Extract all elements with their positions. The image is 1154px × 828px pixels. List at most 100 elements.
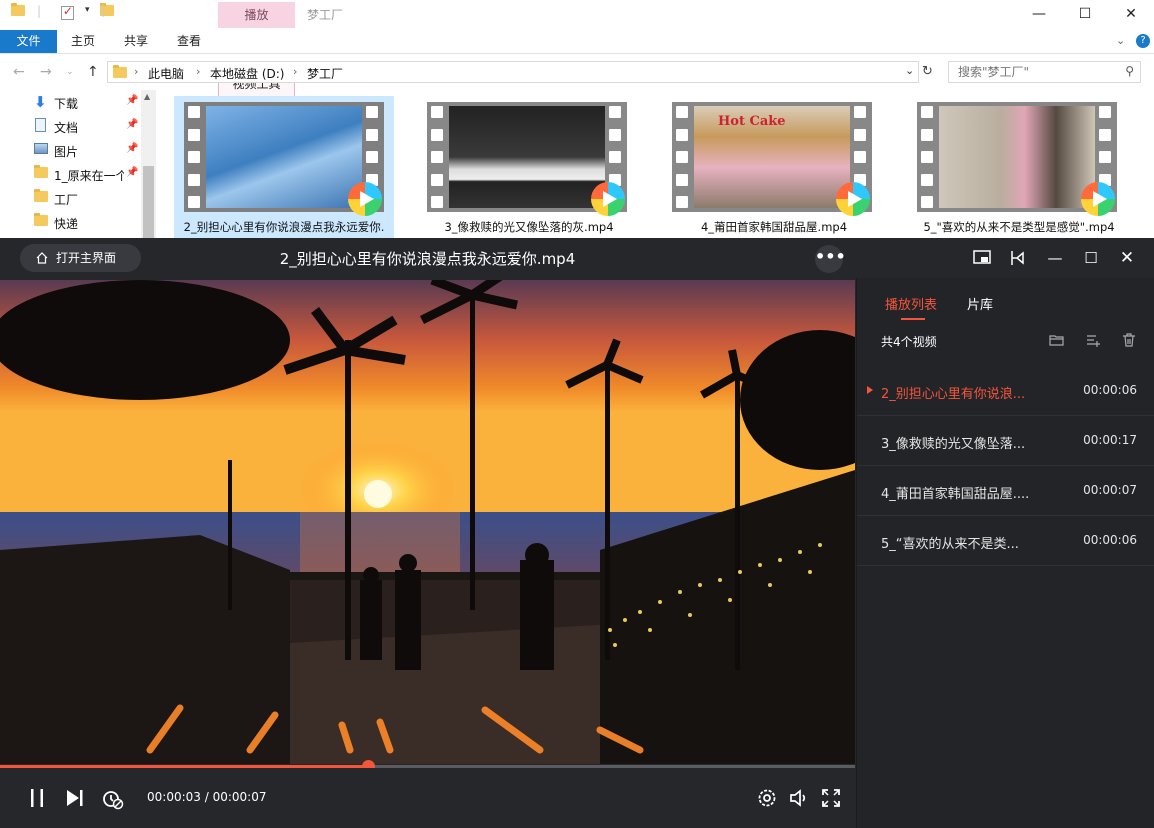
separator: |: [101, 3, 106, 17]
add-to-list-icon[interactable]: [1085, 332, 1101, 348]
sidebar-item-label: 工厂: [54, 193, 79, 207]
fullscreen-icon[interactable]: [819, 786, 843, 810]
folder-icon: [34, 189, 48, 202]
folder-icon[interactable]: [11, 3, 25, 16]
folder-icon: [34, 165, 48, 178]
file-item[interactable]: 5_"喜欢的从来不是类型是感觉".mp4: [909, 96, 1129, 240]
up-icon[interactable]: ↑: [87, 64, 99, 80]
playlist-item-duration: 00:00:07: [1083, 483, 1137, 497]
pin-icon: 📌: [126, 167, 139, 178]
breadcrumb-local-disk[interactable]: 本地磁盘 (D:): [210, 65, 284, 82]
open-folder-icon[interactable]: [1049, 332, 1065, 348]
properties-icon[interactable]: [60, 4, 74, 20]
picture-in-picture-icon[interactable]: [970, 246, 994, 270]
chevron-right-icon[interactable]: ›: [134, 65, 138, 78]
sidebar-item-label: 下载: [54, 97, 79, 111]
file-item[interactable]: 2_别担心心里有你说浪漫点我永远爱你.: [174, 96, 394, 240]
tab-playlist[interactable]: 播放列表: [885, 294, 937, 313]
tab-file[interactable]: 文件: [0, 30, 57, 53]
help-icon[interactable]: ?: [1136, 34, 1150, 48]
sidebar-item-documents[interactable]: 文档 📌: [34, 116, 142, 136]
time-display: 00:00:03 / 00:00:07: [147, 790, 267, 804]
playlist-item[interactable]: 3_像救赎的光又像坠落... 00:00:17: [857, 416, 1154, 466]
folder-icon: [34, 213, 48, 226]
navigation-pane: ⬇ 下载 📌 文档 📌 图片 📌 1_原来在一个 📌 工厂 快递 ▲: [0, 90, 156, 240]
sidebar-item-label: 1_原来在一个: [54, 169, 124, 183]
forward-icon[interactable]: →: [40, 64, 52, 80]
minimize-icon[interactable]: —: [1043, 246, 1067, 270]
shop-sign-text: Hot Cake: [718, 114, 786, 129]
open-main-interface-label: 打开主界面: [56, 251, 117, 265]
address-box[interactable]: › 此电脑 › 本地磁盘 (D:) › 梦工厂 ⌄: [107, 61, 919, 83]
window-title: 梦工厂: [307, 8, 344, 22]
settings-icon[interactable]: [755, 786, 779, 810]
playlist-item-name: 5_“喜欢的从来不是类...: [881, 537, 1019, 552]
maximize-icon[interactable]: ☐: [1062, 0, 1108, 28]
volume-icon[interactable]: [787, 786, 811, 810]
next-icon[interactable]: [63, 786, 87, 810]
sidebar-item-label: 图片: [54, 145, 79, 159]
sidebar-scrollbar[interactable]: ▲: [141, 90, 156, 240]
chevron-right-icon[interactable]: ›: [293, 65, 297, 78]
timer-icon[interactable]: [101, 786, 125, 810]
refresh-icon[interactable]: ↻: [922, 64, 933, 79]
pause-icon[interactable]: [25, 786, 49, 810]
delete-icon[interactable]: [1121, 332, 1137, 348]
chevron-down-icon[interactable]: ⌄: [1116, 34, 1125, 47]
playlist-item-duration: 00:00:17: [1083, 433, 1137, 447]
tencent-video-icon: [591, 182, 625, 216]
player-title: 2_别担心心里有你说浪漫点我永远爱你.mp4: [279, 250, 576, 268]
file-name: 2_别担心心里有你说浪漫点我永远爱你.: [183, 220, 385, 234]
address-bar-row: ← → ⌄ ↑ › 此电脑 › 本地磁盘 (D:) › 梦工厂 ⌄ ↻ ⚲: [0, 60, 1154, 86]
address-dropdown-icon[interactable]: ⌄: [905, 64, 914, 77]
tab-library[interactable]: 片库: [967, 294, 993, 313]
recent-locations-icon[interactable]: ⌄: [66, 67, 74, 77]
tencent-video-icon: [1081, 182, 1115, 216]
file-item[interactable]: Hot Cake 4_莆田首家韩国甜品屋.mp4: [664, 96, 884, 240]
open-main-interface-button[interactable]: 打开主界面: [20, 244, 141, 272]
pin-icon: 📌: [126, 95, 139, 106]
search-box[interactable]: ⚲: [948, 61, 1141, 83]
playlist-item-name: 4_莆田首家韩国甜品屋....: [881, 487, 1030, 502]
download-icon: ⬇: [34, 93, 47, 111]
scrollbar-thumb[interactable]: [143, 166, 154, 240]
close-icon[interactable]: ✕: [1115, 246, 1139, 270]
maximize-icon[interactable]: ☐: [1079, 246, 1103, 270]
file-item[interactable]: 3_像救赎的光又像坠落的灰.mp4: [419, 96, 639, 240]
playlist-item-name: 3_像救赎的光又像坠落...: [881, 437, 1026, 452]
folder-icon: [113, 65, 127, 78]
search-input[interactable]: [949, 62, 1119, 82]
scroll-up-icon[interactable]: ▲: [144, 92, 150, 101]
playlist-count: 共4个视频: [881, 335, 937, 349]
sidebar-item-downloads[interactable]: ⬇ 下载 📌: [34, 92, 142, 112]
tab-home[interactable]: 主页: [60, 30, 106, 53]
ribbon: 文件 主页 共享 查看 视频工具 ⌄ ?: [0, 30, 1154, 556]
sidebar-item-folder-1[interactable]: 1_原来在一个 📌: [34, 164, 142, 184]
customize-toolbar-icon[interactable]: ▾: [85, 5, 90, 21]
back-icon[interactable]: ←: [13, 64, 25, 80]
tab-view[interactable]: 查看: [166, 30, 212, 53]
document-icon: [35, 118, 46, 132]
more-options-button[interactable]: •••: [815, 245, 846, 273]
minimize-icon[interactable]: —: [1016, 0, 1062, 28]
video-frame[interactable]: [0, 280, 855, 764]
playlist-item[interactable]: 5_“喜欢的从来不是类... 00:00:06: [857, 516, 1154, 566]
file-name: 3_像救赎的光又像坠落的灰.mp4: [444, 220, 614, 234]
sidebar-item-label: 文档: [54, 121, 79, 135]
explorer-titlebar: | ▾ | 播放 梦工厂 — ☐ ✕: [0, 0, 1154, 30]
search-icon[interactable]: ⚲: [1125, 64, 1134, 78]
sidebar-item-pictures[interactable]: 图片 📌: [34, 140, 142, 160]
separator: |: [37, 4, 42, 18]
breadcrumb-this-pc[interactable]: 此电脑: [148, 65, 184, 82]
chevron-right-icon[interactable]: ›: [196, 65, 200, 78]
tab-share[interactable]: 共享: [113, 30, 159, 53]
pin-on-top-icon[interactable]: [1006, 246, 1030, 270]
context-tab-play: 播放: [218, 2, 295, 28]
playlist-item[interactable]: 2_别担心心里有你说浪... 00:00:06: [857, 366, 1154, 416]
close-icon[interactable]: ✕: [1108, 0, 1154, 28]
sidebar-item-factory[interactable]: 工厂: [34, 188, 142, 208]
sidebar-item-express[interactable]: 快递: [34, 212, 142, 232]
playlist-item[interactable]: 4_莆田首家韩国甜品屋.... 00:00:07: [857, 466, 1154, 516]
breadcrumb-current-folder[interactable]: 梦工厂: [307, 65, 343, 82]
video-player-window: 打开主界面 2_别担心心里有你说浪漫点我永远爱你.mp4 ••• — ☐ ✕ 0…: [0, 238, 1154, 828]
